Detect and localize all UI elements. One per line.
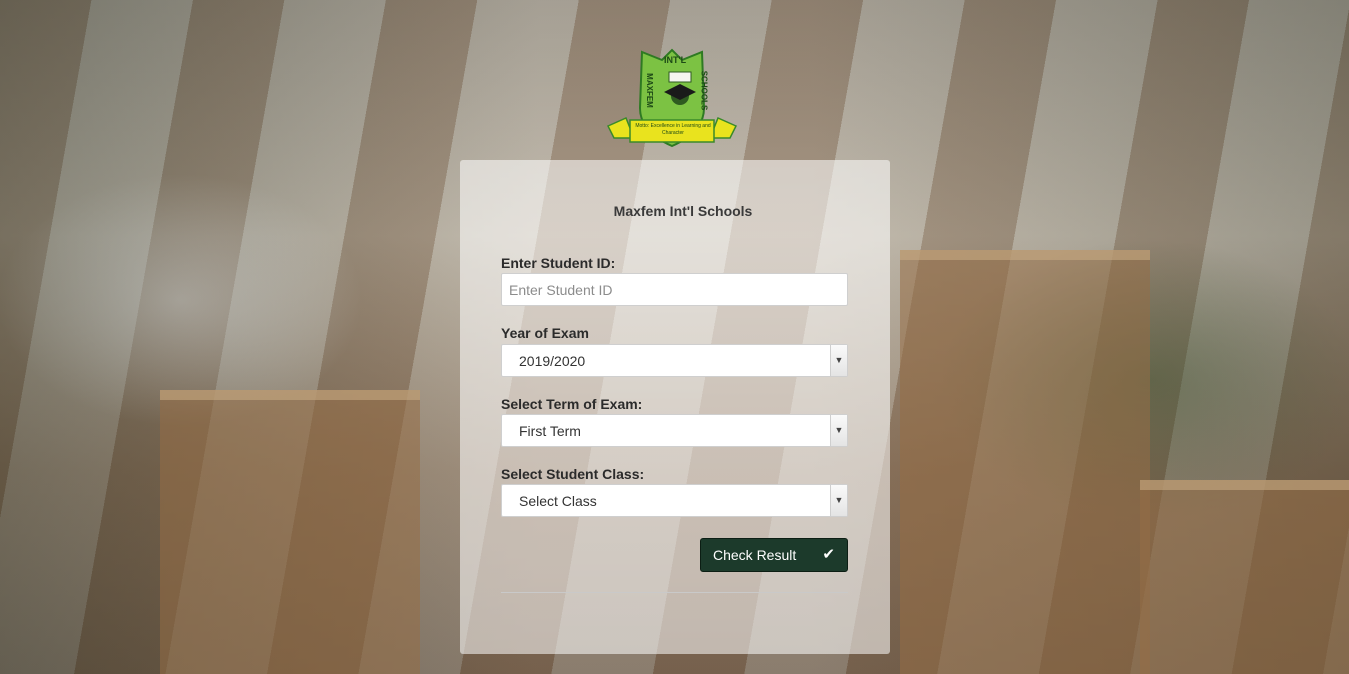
chevron-down-icon[interactable]: ▼ [830, 345, 847, 376]
year-select-value: 2019/2020 [519, 353, 586, 369]
student-id-field[interactable] [501, 273, 848, 306]
check-result-label: Check Result [713, 547, 797, 563]
chevron-down-icon[interactable]: ▼ [830, 485, 847, 516]
checkmark-icon: ✔ [822, 546, 835, 563]
logo-top-text: INT'L [664, 55, 687, 65]
background-desk [1140, 480, 1349, 674]
term-label: Select Term of Exam: [501, 396, 643, 412]
class-label: Select Student Class: [501, 466, 645, 482]
student-id-label: Enter Student ID: [501, 255, 616, 271]
background-desk [160, 390, 420, 674]
logo-left-text: MAXFEM [644, 73, 654, 108]
year-label: Year of Exam [501, 325, 589, 341]
background-desk [900, 250, 1150, 674]
term-select[interactable]: First Term ▼ [501, 414, 848, 447]
chevron-down-icon[interactable]: ▼ [830, 415, 847, 446]
school-name: Maxfem Int'l Schools [613, 203, 753, 219]
year-select[interactable]: 2019/2020 ▼ [501, 344, 848, 377]
form-divider [501, 592, 848, 593]
class-select-value: Select Class [519, 493, 597, 509]
logo-banner-text: Motto: Excellence in Learning and Charac… [635, 123, 711, 136]
term-select-value: First Term [519, 423, 581, 439]
school-logo: INT'L MAXFEM SCHOOLS Motto: Excellence i… [604, 46, 740, 150]
student-id-input[interactable] [502, 274, 847, 305]
class-select[interactable]: Select Class ▼ [501, 484, 848, 517]
check-result-button[interactable]: Check Result ✔ [700, 538, 848, 572]
logo-right-text: SCHOOLS [699, 70, 709, 111]
result-check-panel: Maxfem Int'l Schools Enter Student ID: Y… [460, 160, 890, 654]
